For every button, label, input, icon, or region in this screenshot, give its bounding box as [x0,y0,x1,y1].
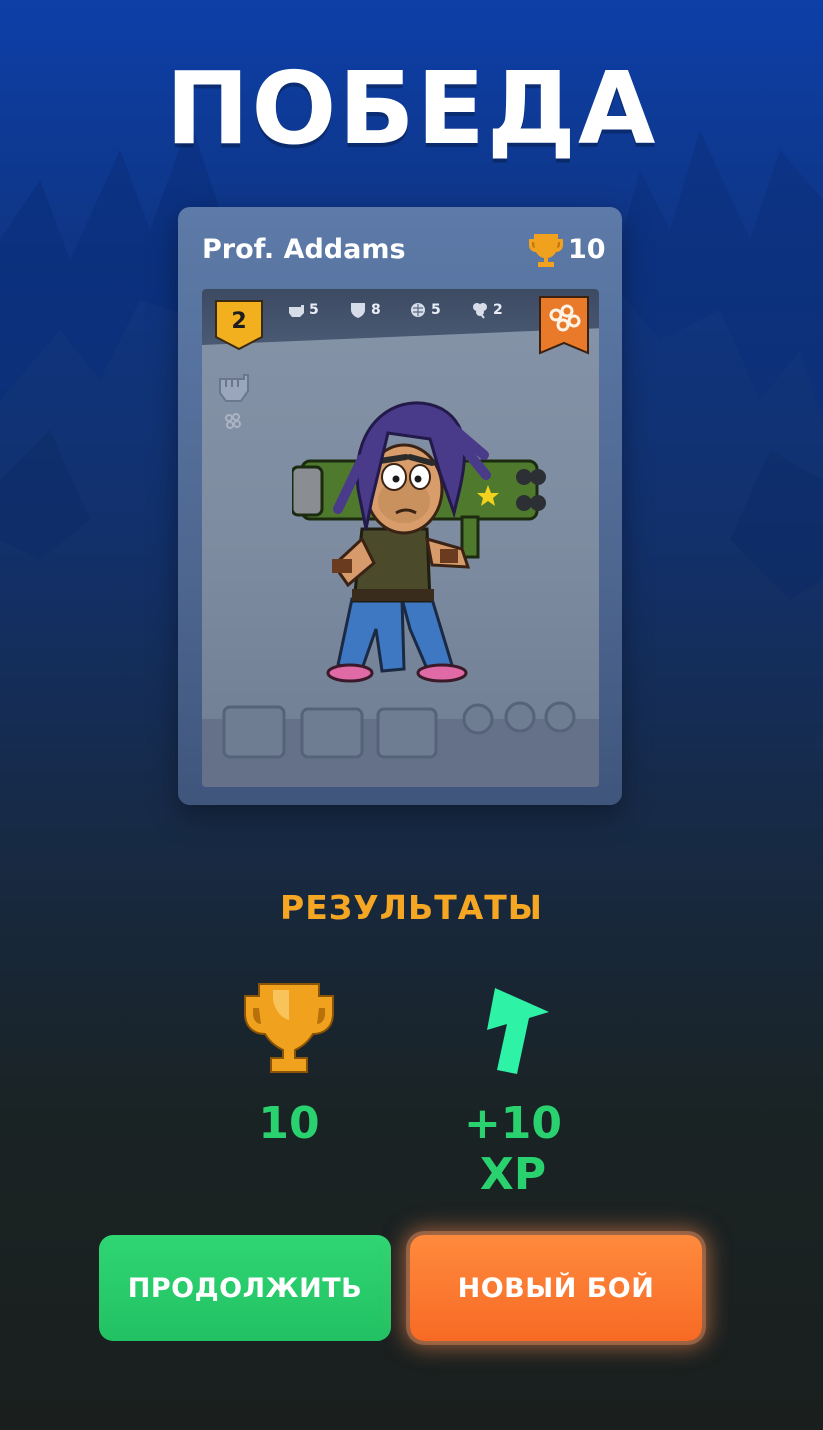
fist-icon [219,374,249,402]
stat-intellect-value: 5 [431,302,441,318]
brain-icon [411,303,425,317]
stat-luck-value: 2 [493,302,503,318]
shield-icon [351,303,365,318]
new-battle-button[interactable]: НОВЫЙ БОЙ [410,1235,702,1341]
hero-portrait: 2 5 8 5 2 [202,289,599,787]
results-xp-value: +10 XP [463,1098,563,1200]
clover-icon [473,303,487,319]
results-title: РЕЗУЛЬТАТЫ [280,888,543,927]
hero-name: Prof. Addams [202,234,406,265]
hero-level: 2 [231,309,247,334]
brass-knuckles-icon [225,413,241,429]
results-trophy-value: 10 [258,1098,320,1149]
hero-trophy-count: 10 [568,234,606,265]
continue-button[interactable]: ПРОДОЛЖИТЬ [99,1235,391,1341]
trophy-icon [244,983,334,1073]
stat-defense-value: 8 [371,302,381,318]
fist-icon [289,305,304,317]
brass-knuckles-icon [539,296,589,355]
hero-card: Prof. Addams 10 2 5 8 5 2 [178,207,622,805]
hero-character-illustration [292,401,546,683]
stat-defense: 8 [348,301,381,319]
stat-intellect: 5 [408,301,441,319]
victory-title: ПОБЕДА [165,50,658,167]
stat-luck: 2 [470,301,503,319]
ground-decoration [202,701,599,787]
arrow-up-icon [487,988,549,1074]
trophy-icon [529,234,563,267]
stat-attack: 5 [286,301,319,319]
stat-attack-value: 5 [309,302,319,318]
